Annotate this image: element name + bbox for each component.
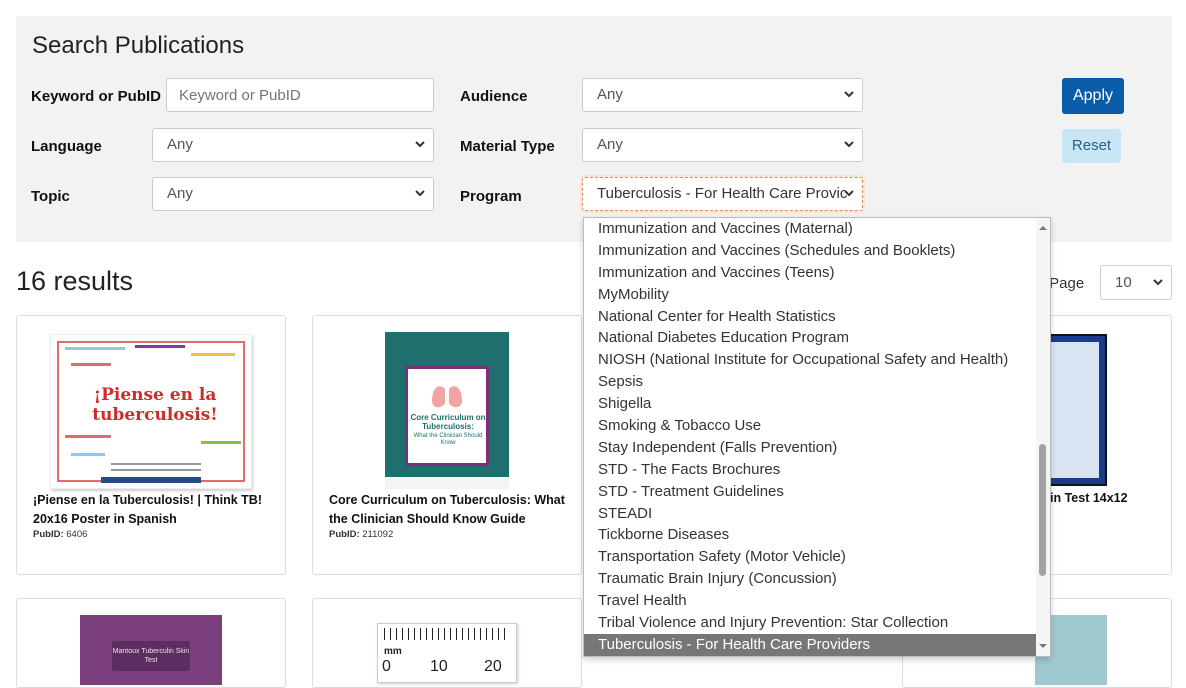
program-option[interactable]: Shigella [584, 393, 1050, 415]
dropdown-scrollbar[interactable] [1036, 218, 1050, 656]
chevron-down-icon [844, 91, 854, 98]
program-label: Program [460, 188, 522, 205]
publication-card[interactable]: Core Curriculum on Tuberculosis: What th… [312, 315, 582, 575]
program-option[interactable]: National Center for Health Statistics [584, 306, 1050, 328]
program-option[interactable]: STD - Treatment Guidelines [584, 481, 1050, 503]
program-option[interactable]: Tuberculosis - For Health Care Providers [584, 633, 1050, 656]
topic-select[interactable]: Any [152, 177, 434, 211]
chevron-down-icon [1153, 279, 1163, 286]
program-select-value: Tuberculosis - For Health Care Provic [597, 185, 848, 202]
poster-thumbnail[interactable]: ¡Piense en la tuberculosis! [50, 334, 252, 489]
program-option[interactable]: National Diabetes Education Program [584, 327, 1050, 349]
card-title[interactable]: ¡Piense en la Tuberculosis! | Think TB! … [33, 491, 273, 529]
program-option[interactable]: Tickborne Diseases [584, 524, 1050, 546]
language-label: Language [31, 138, 102, 155]
program-option[interactable]: Transportation Safety (Motor Vehicle) [584, 546, 1050, 568]
pubid-label: PubID: [33, 529, 64, 540]
keyword-input[interactable] [166, 78, 434, 112]
ruler-thumbnail[interactable]: mm 0 10 20 [377, 623, 517, 683]
per-page-select[interactable]: 10 [1100, 265, 1172, 300]
keyword-label: Keyword or PubID [31, 88, 162, 105]
audience-select-value: Any [597, 86, 623, 103]
search-panel: Search Publications Keyword or PubID Lan… [16, 16, 1172, 242]
ruler-unit: mm [384, 646, 402, 657]
program-option[interactable]: Immunization and Vaccines (Teens) [584, 262, 1050, 284]
program-option[interactable]: STEADI [584, 503, 1050, 525]
search-title: Search Publications [32, 32, 245, 59]
ruler-ticks [384, 628, 510, 640]
ruler-tick-label: 0 [382, 658, 391, 675]
card-pubid: PubID: 6406 [33, 529, 87, 540]
chevron-down-icon [415, 141, 425, 148]
chevron-down-icon [415, 190, 425, 197]
program-dropdown-list[interactable]: Immunization and Vaccines (Maternal) Immu… [583, 217, 1051, 657]
reset-button[interactable]: Reset [1062, 129, 1121, 163]
poster-word-decoration [135, 345, 185, 348]
poster-word-decoration [201, 441, 241, 444]
poster-title: ¡Piense en la tuberculosis! [92, 385, 218, 425]
topic-select-value: Any [167, 185, 193, 202]
chevron-down-icon [844, 190, 854, 197]
per-page-value: 10 [1115, 274, 1132, 291]
cover-thumbnail[interactable]: Core Curriculum on Tuberculosis: What th… [385, 332, 509, 489]
poster-content-area [1043, 342, 1099, 478]
program-option[interactable]: Smoking & Tobacco Use [584, 415, 1050, 437]
language-select[interactable]: Any [152, 128, 434, 162]
hhs-logo-bar [101, 477, 201, 483]
cover-title: Core Curriculum on Tuberculosis: [410, 413, 486, 431]
poster-word-decoration [191, 353, 235, 356]
ruler-tick-label: 10 [430, 658, 448, 675]
language-select-value: Any [167, 136, 193, 153]
program-option[interactable]: Immunization and Vaccines (Schedules and… [584, 240, 1050, 262]
card-title[interactable]: in Test 14x12 [1050, 491, 1128, 505]
poster-word-decoration [65, 435, 111, 438]
program-option[interactable]: Stay Independent (Falls Prevention) [584, 437, 1050, 459]
program-option[interactable]: STD - The Facts Brochures [584, 459, 1050, 481]
apply-button[interactable]: Apply [1062, 78, 1124, 114]
material-type-select-value: Any [597, 136, 623, 153]
poster-fine-print [111, 469, 201, 471]
cover-inner-panel: Core Curriculum on Tuberculosis: What th… [405, 366, 489, 466]
topic-label: Topic [31, 188, 70, 205]
pubid-value: 211092 [362, 529, 394, 540]
program-option[interactable]: Immunization and Vaccines (Maternal) [584, 218, 1050, 240]
program-option[interactable]: Traumatic Brain Injury (Concussion) [584, 568, 1050, 590]
publication-card[interactable]: ¡Piense en la tuberculosis! ¡Piense en l… [16, 315, 286, 575]
cover-footer-strip [385, 477, 509, 489]
poster-word-decoration [71, 453, 105, 456]
results-count: 16 results [16, 266, 134, 296]
card-title[interactable]: Core Curriculum on Tuberculosis: What th… [329, 491, 569, 529]
poster-fine-print [111, 463, 201, 465]
lungs-icon [432, 377, 462, 408]
program-options: Immunization and Vaccines (Maternal) Immu… [584, 218, 1050, 656]
program-option[interactable]: MyMobility [584, 284, 1050, 306]
cover-subtitle: What the Clinician Should Know [413, 433, 483, 446]
audience-label: Audience [460, 88, 528, 105]
card-pubid: PubID: 211092 [329, 529, 393, 540]
audience-select[interactable]: Any [582, 78, 863, 112]
pubid-label: PubID: [329, 529, 360, 540]
program-option[interactable]: Sepsis [584, 371, 1050, 393]
material-type-select[interactable]: Any [582, 128, 863, 162]
ruler-tick-label: 20 [484, 658, 502, 675]
scrollbar-thumb[interactable] [1039, 444, 1046, 576]
program-option[interactable]: NIOSH (National Institute for Occupation… [584, 349, 1050, 371]
pubid-value: 6406 [66, 529, 88, 540]
program-select[interactable]: Tuberculosis - For Health Care Provic [582, 177, 863, 211]
dvd-label: Mantoux Tuberculin Skin Test [112, 641, 190, 671]
poster-word-decoration [71, 363, 111, 366]
poster-word-decoration [65, 347, 125, 350]
program-option[interactable]: Tribal Violence and Injury Prevention: S… [584, 612, 1050, 634]
scroll-up-icon[interactable] [1039, 224, 1047, 232]
material-type-label: Material Type [460, 138, 555, 155]
program-option[interactable]: Travel Health [584, 590, 1050, 612]
scroll-down-icon[interactable] [1039, 642, 1047, 650]
chevron-down-icon [844, 141, 854, 148]
